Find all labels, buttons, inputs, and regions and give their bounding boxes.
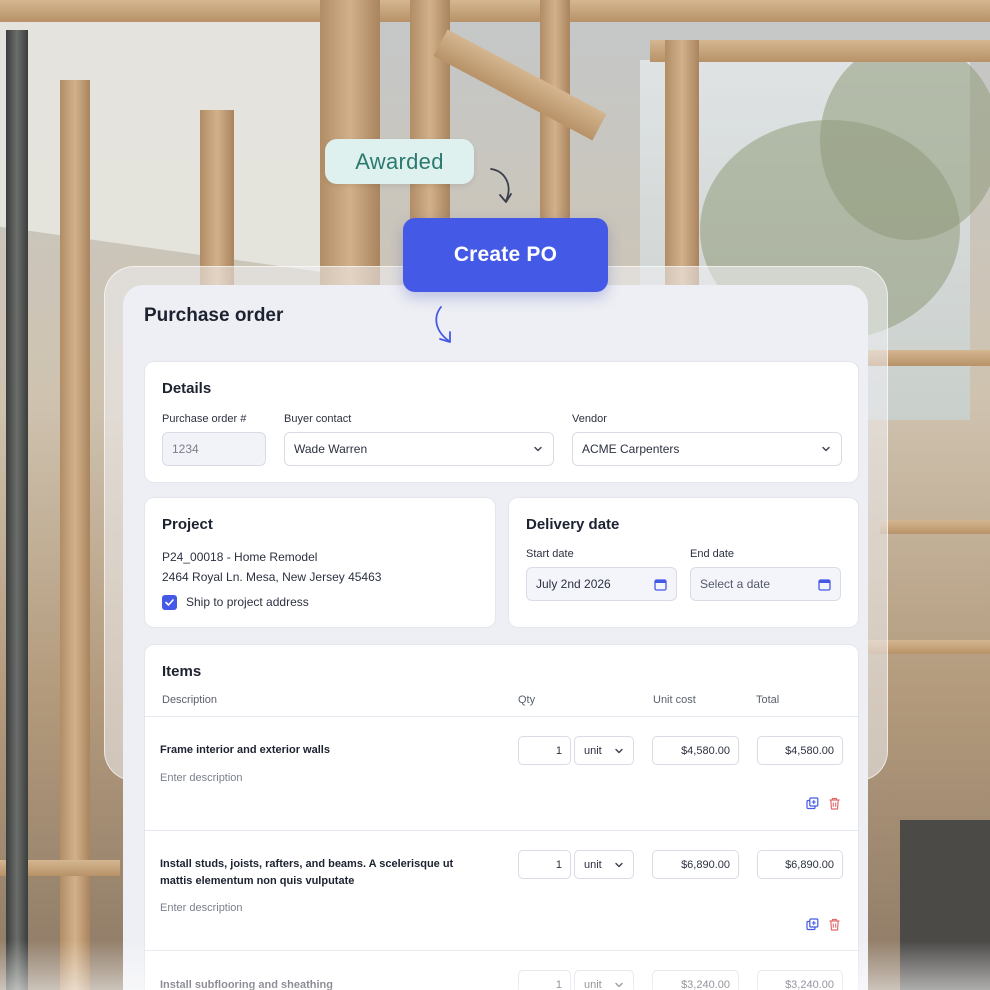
- project-card: Project P24_00018 - Home Remodel 2464 Ro…: [144, 497, 496, 628]
- delivery-date-card: Delivery date Start date July 2nd 2026 E…: [508, 497, 859, 628]
- project-address: 2464 Royal Ln. Mesa, New Jersey 45463: [162, 570, 382, 584]
- unit-select[interactable]: unit: [574, 970, 634, 990]
- qty-value: 1: [555, 744, 562, 757]
- table-row: Frame interior and exterior walls Enter …: [145, 716, 860, 830]
- check-icon: [165, 599, 174, 606]
- row-description[interactable]: Install subflooring and sheathing: [160, 977, 460, 990]
- vendor-select[interactable]: ACME Carpenters: [572, 432, 842, 466]
- buyer-contact-value: Wade Warren: [294, 442, 368, 456]
- create-po-button[interactable]: Create PO: [403, 218, 608, 292]
- qty-value: 1: [555, 858, 562, 871]
- start-date-value: July 2nd 2026: [536, 577, 611, 591]
- row-description-input[interactable]: Enter description: [160, 772, 243, 784]
- po-number-input[interactable]: 1234: [162, 432, 266, 466]
- buyer-contact-select[interactable]: Wade Warren: [284, 432, 554, 466]
- unit-cost-input[interactable]: $4,580.00: [652, 736, 739, 765]
- vendor-value: ACME Carpenters: [582, 442, 680, 456]
- unit-cost-value: $6,890.00: [681, 858, 730, 871]
- table-row: Install studs, joists, rafters, and beam…: [145, 830, 860, 950]
- ship-to-project-label: Ship to project address: [186, 595, 309, 609]
- start-date-label: Start date: [526, 548, 574, 560]
- column-header-unit-cost: Unit cost: [653, 694, 696, 706]
- end-date-placeholder: Select a date: [700, 577, 771, 591]
- unit-value: unit: [584, 858, 602, 871]
- duplicate-icon[interactable]: [806, 797, 819, 810]
- end-date-input[interactable]: Select a date: [690, 567, 841, 601]
- purchase-order-panel: Purchase order Details Purchase order # …: [123, 285, 868, 990]
- po-number-placeholder: 1234: [172, 442, 199, 456]
- delete-icon[interactable]: [828, 918, 841, 931]
- duplicate-icon[interactable]: [806, 918, 819, 931]
- items-title: Items: [162, 663, 202, 680]
- buyer-contact-label: Buyer contact: [284, 413, 352, 425]
- page-title: Purchase order: [144, 305, 284, 326]
- details-card: Details Purchase order # 1234 Buyer cont…: [144, 361, 859, 483]
- qty-value: 1: [555, 978, 562, 990]
- column-header-description: Description: [162, 694, 218, 706]
- unit-value: unit: [584, 744, 602, 757]
- ship-to-project-checkbox[interactable]: [162, 595, 177, 610]
- vendor-label: Vendor: [572, 413, 607, 425]
- unit-cost-value: $4,580.00: [681, 744, 730, 757]
- total-value: $3,240.00: [785, 978, 834, 990]
- total-value: $6,890.00: [785, 858, 834, 871]
- start-date-input[interactable]: July 2nd 2026: [526, 567, 677, 601]
- total-input[interactable]: $4,580.00: [757, 736, 843, 765]
- project-name: P24_00018 - Home Remodel: [162, 550, 318, 564]
- awarded-status-pill: Awarded: [325, 139, 474, 184]
- row-description[interactable]: Install studs, joists, rafters, and beam…: [160, 856, 460, 890]
- row-description[interactable]: Frame interior and exterior walls: [160, 742, 460, 759]
- total-input[interactable]: $6,890.00: [757, 850, 843, 879]
- flow-arrow-icon: [490, 168, 512, 203]
- table-row: Install subflooring and sheathing 1 unit…: [145, 950, 860, 990]
- chevron-down-icon: [822, 446, 830, 452]
- calendar-icon: [818, 579, 831, 591]
- chevron-down-icon: [615, 982, 623, 988]
- unit-cost-value: $3,240.00: [681, 978, 730, 990]
- create-po-label: Create PO: [453, 243, 558, 266]
- delivery-date-title: Delivery date: [526, 516, 620, 533]
- total-value: $4,580.00: [785, 744, 834, 757]
- qty-input[interactable]: 1: [518, 850, 571, 879]
- qty-input[interactable]: 1: [518, 970, 571, 990]
- row-description-input[interactable]: Enter description: [160, 902, 243, 914]
- details-title: Details: [162, 380, 212, 397]
- unit-select[interactable]: unit: [574, 736, 634, 765]
- total-input[interactable]: $3,240.00: [757, 970, 843, 990]
- unit-select[interactable]: unit: [574, 850, 634, 879]
- column-header-total: Total: [756, 694, 780, 706]
- project-title: Project: [162, 516, 213, 533]
- chevron-down-icon: [615, 862, 623, 868]
- unit-cost-input[interactable]: $3,240.00: [652, 970, 739, 990]
- flow-arrow-icon: [435, 306, 451, 343]
- awarded-label: Awarded: [355, 148, 444, 174]
- delete-icon[interactable]: [828, 797, 841, 810]
- end-date-label: End date: [690, 548, 735, 560]
- qty-input[interactable]: 1: [518, 736, 571, 765]
- calendar-icon: [654, 579, 667, 591]
- chevron-down-icon: [534, 446, 542, 452]
- po-number-label: Purchase order #: [162, 413, 247, 425]
- unit-value: unit: [584, 978, 602, 990]
- unit-cost-input[interactable]: $6,890.00: [652, 850, 739, 879]
- items-card: Items Description Qty Unit cost Total Fr…: [144, 644, 860, 990]
- chevron-down-icon: [615, 748, 623, 754]
- column-header-qty: Qty: [518, 694, 536, 706]
